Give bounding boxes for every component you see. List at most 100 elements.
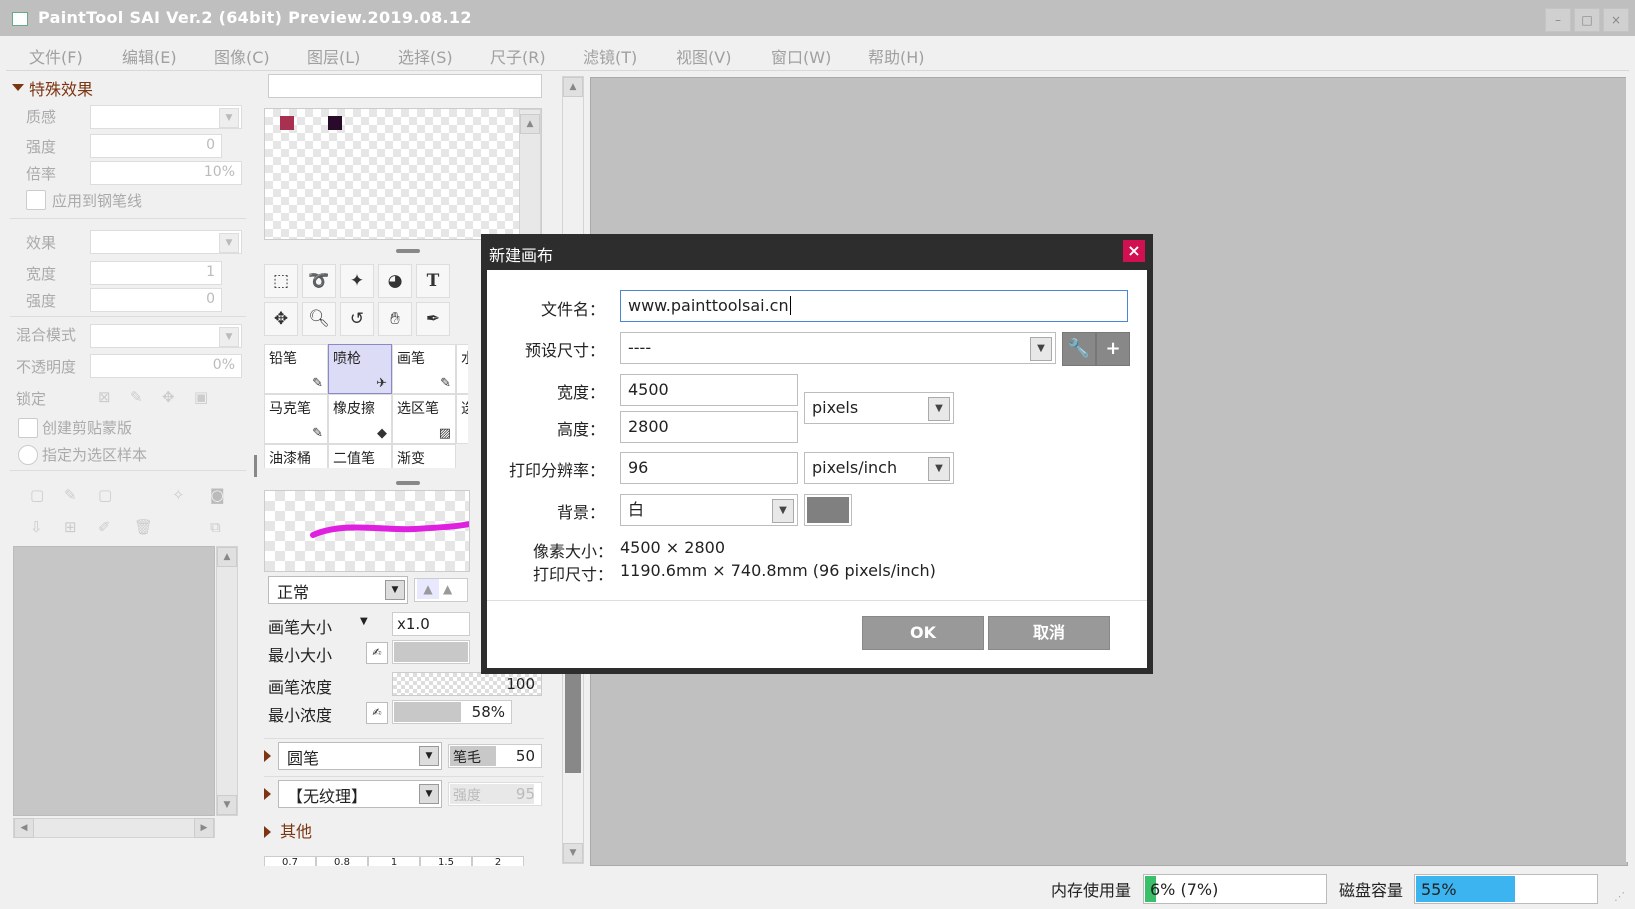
other-section-label[interactable]: 其他 (280, 818, 312, 842)
min-density-slider[interactable]: 58% (392, 700, 512, 724)
menu-layer[interactable]: 图层(L) (307, 44, 360, 68)
swatch-palette[interactable]: ▲ (264, 108, 542, 240)
ratio-slider[interactable]: 10% (90, 161, 242, 185)
move-icon[interactable]: ✥ (264, 302, 298, 336)
lasso-icon[interactable]: ➰ (302, 264, 336, 298)
triangle-soft-icon[interactable]: ▲ (443, 579, 452, 599)
zoom-icon[interactable]: 🔍︎ (302, 302, 336, 336)
unit-select[interactable]: pixels ▼ (804, 392, 954, 424)
strength2-slider[interactable]: 0 (90, 288, 222, 312)
text-icon[interactable]: T (416, 264, 450, 298)
width-slider[interactable]: 1 (90, 261, 222, 285)
brush-selection-pen[interactable]: 选区笔 ▨ (392, 394, 456, 444)
rotate-icon[interactable]: ↺ (340, 302, 374, 336)
texture-select[interactable]: 【无纹理】 ▼ (278, 780, 442, 808)
splitter-grip[interactable] (396, 249, 420, 253)
layer-list-hscrollbar[interactable]: ◀ ▶ (13, 818, 215, 838)
lock-transparency-icon[interactable]: ⊠ (98, 388, 111, 406)
brush-water[interactable]: 水 (456, 344, 468, 394)
new-folder-icon[interactable]: ▢ (98, 486, 112, 504)
height-input[interactable]: 2800 (620, 411, 798, 443)
color-swatch[interactable] (328, 116, 342, 130)
preset-select[interactable]: ---- ▼ (620, 332, 1056, 364)
brush-binary-pen[interactable]: 二值笔 (328, 444, 392, 468)
close-icon[interactable]: × (1123, 240, 1145, 262)
brush-marker[interactable]: 马克笔 ✎ (264, 394, 328, 444)
filename-input[interactable]: www.painttoolsai.cn (620, 290, 1128, 322)
add-preset-button[interactable]: + (1096, 332, 1130, 366)
opacity-slider[interactable]: 0% (90, 354, 242, 378)
scroll-up-icon[interactable]: ▲ (563, 77, 583, 97)
blend-mode-select[interactable]: ▼ (90, 324, 242, 348)
maximize-button[interactable]: □ (1574, 8, 1600, 32)
eyedropper-icon[interactable]: ✒ (416, 302, 450, 336)
background-select[interactable]: 白 ▼ (620, 494, 798, 526)
width-input[interactable]: 4500 (620, 374, 798, 406)
hand-icon[interactable]: ✋︎ (378, 302, 412, 336)
size-preset[interactable]: 1 (368, 856, 420, 866)
cancel-button[interactable]: 取消 (988, 616, 1110, 650)
texture-strength-slider[interactable]: 强度 95 (448, 782, 542, 806)
wrench-icon[interactable]: 🔧 (1062, 332, 1096, 366)
navigator-strip[interactable] (268, 74, 542, 98)
collapse-arrow-icon[interactable] (12, 84, 24, 91)
splitter-grip[interactable] (396, 481, 420, 485)
scroll-right-icon[interactable]: ▶ (194, 818, 214, 838)
color-swatch[interactable] (280, 116, 294, 130)
bristle-slider[interactable]: 笔毛 50 (448, 744, 542, 768)
size-preset[interactable]: 0.8 (316, 856, 368, 866)
brush-bucket[interactable]: 油漆桶 (264, 444, 328, 468)
lock-all-icon[interactable]: ▣ (194, 388, 208, 406)
resize-grip-icon[interactable]: ⋰ (1614, 890, 1625, 903)
layer-group-icon[interactable]: ⧉ (210, 518, 221, 536)
menu-window[interactable]: 窗口(W) (771, 44, 831, 68)
effects-header[interactable]: 特殊效果 (29, 76, 93, 100)
triangle-sharp-icon[interactable]: ▲ (417, 579, 439, 599)
selection-sample-radio[interactable] (18, 445, 38, 465)
scroll-down-icon[interactable]: ▼ (217, 795, 237, 815)
delete-layer-icon[interactable]: 🗑 (134, 518, 153, 536)
scroll-thumb[interactable] (565, 657, 581, 773)
clear-layer-icon[interactable]: ✐ (98, 518, 111, 536)
brush-eraser[interactable]: 橡皮擦 ◆ (328, 394, 392, 444)
transfer-down-icon[interactable]: ⇩ (30, 518, 43, 536)
close-window-button[interactable]: × (1603, 8, 1629, 32)
scroll-up-icon[interactable]: ▲ (217, 547, 237, 567)
clip-mask-checkbox[interactable] (18, 418, 38, 438)
strength-field[interactable]: 0 (90, 134, 222, 158)
scroll-left-icon[interactable]: ◀ (14, 818, 34, 838)
menu-ruler[interactable]: 尺子(R) (490, 44, 546, 68)
dpi-unit-select[interactable]: pixels/inch ▼ (804, 452, 954, 484)
brush-size-multiplier[interactable]: x1.0 (392, 612, 470, 636)
menu-image[interactable]: 图像(C) (214, 44, 270, 68)
magic-wand-icon[interactable]: ✦ (340, 264, 374, 298)
layer-effect-icon[interactable]: ✧ (172, 486, 185, 504)
min-size-slider[interactable] (392, 640, 470, 664)
rect-select-icon[interactable]: ⬚ (264, 264, 298, 298)
dpi-input[interactable]: 96 (620, 452, 798, 484)
expand-arrow-icon[interactable] (264, 750, 271, 762)
palette-scrollbar[interactable]: ▲ (519, 109, 541, 239)
new-layer-icon[interactable]: ▢ (30, 486, 44, 504)
brush-gradient[interactable]: 渐变 (392, 444, 456, 468)
texture-select[interactable]: ▼ (90, 105, 242, 129)
lock-paint-icon[interactable]: ✎ (130, 388, 143, 406)
scroll-down-icon[interactable]: ▼ (563, 843, 583, 863)
brush-mode-select[interactable]: 正常 ▼ (268, 576, 408, 604)
pressure-icon[interactable]: ✍ (366, 642, 388, 664)
scroll-up-icon[interactable]: ▲ (520, 114, 540, 134)
size-preset[interactable]: 1.5 (420, 856, 472, 866)
background-color-swatch[interactable] (804, 494, 852, 526)
brush-selection-eraser[interactable]: 选 (456, 394, 468, 444)
brush-brush[interactable]: 画笔 ✎ (392, 344, 456, 394)
brush-density-slider[interactable]: 100 (392, 672, 542, 696)
brush-airbrush[interactable]: 喷枪 ✈ (328, 344, 392, 394)
lock-move-icon[interactable]: ✥ (162, 388, 175, 406)
menu-file[interactable]: 文件(F) (29, 44, 83, 68)
minimize-button[interactable]: – (1545, 8, 1571, 32)
size-preset[interactable]: 2 (472, 856, 524, 866)
new-pen-layer-icon[interactable]: ✎ (64, 486, 77, 504)
expand-arrow-icon[interactable] (264, 826, 271, 838)
menu-edit[interactable]: 编辑(E) (122, 44, 177, 68)
layer-list[interactable] (13, 546, 215, 816)
